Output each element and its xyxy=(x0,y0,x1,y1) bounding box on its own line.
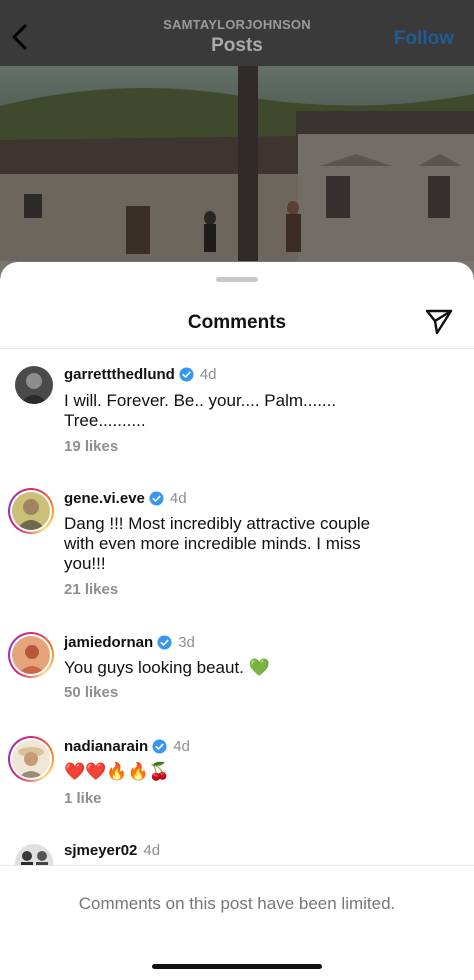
comment-age: 3d xyxy=(178,634,195,651)
comment-text: I will. Forever. Be.. your.... Palm.....… xyxy=(64,391,337,430)
comment-age: 4d xyxy=(143,842,161,859)
avatar-image xyxy=(12,492,50,530)
comment-text: ❤️❤️🔥🔥🍒 xyxy=(64,762,170,781)
footer-divider xyxy=(0,865,474,866)
post-photo-illustration xyxy=(0,66,474,276)
verified-badge-icon xyxy=(179,367,194,382)
avatar-image xyxy=(12,740,50,778)
home-indicator[interactable] xyxy=(152,964,322,969)
paper-plane-icon[interactable] xyxy=(424,306,454,336)
comment-username[interactable]: jamiedornan xyxy=(64,634,153,651)
verified-badge-icon xyxy=(152,739,167,754)
comment-meta: nadianarain 4d xyxy=(64,738,190,755)
comment-likes[interactable]: 1 like xyxy=(64,790,102,807)
comments-limited-note: Comments on this post have been limited. xyxy=(78,894,396,913)
avatar[interactable] xyxy=(8,488,54,534)
sheet-grabber[interactable] xyxy=(216,277,258,282)
follow-button[interactable]: Follow xyxy=(394,28,454,50)
verified-badge-icon xyxy=(157,635,172,650)
header-divider xyxy=(0,348,474,349)
avatar[interactable] xyxy=(8,632,54,678)
comment-username[interactable]: sjmeyer02 xyxy=(64,842,137,859)
post-photo xyxy=(0,66,474,276)
avatar[interactable] xyxy=(15,366,53,404)
comment-username[interactable]: nadianarain xyxy=(64,738,148,755)
comment-username[interactable]: garrettthedlund xyxy=(64,366,175,383)
comment-meta: jamiedornan 3d xyxy=(64,634,195,651)
verified-badge-icon xyxy=(149,491,164,506)
avatar[interactable] xyxy=(15,844,53,866)
comment-username[interactable]: gene.vi.eve xyxy=(64,490,145,507)
comment-meta: gene.vi.eve 4d xyxy=(64,490,187,507)
comment-age: 4d xyxy=(169,490,187,507)
sheet-title: Comments xyxy=(187,312,287,333)
avatar-image xyxy=(12,636,50,674)
comment-meta: sjmeyer02 4d xyxy=(64,842,160,859)
avatar[interactable] xyxy=(8,736,54,782)
comment-likes[interactable]: 50 likes xyxy=(64,684,118,701)
comment-likes[interactable]: 19 likes xyxy=(64,438,118,455)
avatar-image xyxy=(15,366,53,404)
post-header: SAMTAYLORJOHNSON Posts Follow xyxy=(0,0,474,66)
comment-likes[interactable]: 21 likes xyxy=(64,581,118,598)
comment-meta: garrettthedlund 4d xyxy=(64,366,217,383)
comment-age: 4d xyxy=(173,738,190,755)
avatar-image xyxy=(15,844,53,866)
comment-text: Dang !!! Most incredibly attractive coup… xyxy=(64,514,371,573)
comment-item: sjmeyer02 4d xyxy=(0,840,474,866)
comments-sheet: Comments garrettthedlund 4d I will. Fore… xyxy=(0,262,474,980)
comment-text: You guys looking beaut. 💚 xyxy=(64,658,270,677)
comment-age: 4d xyxy=(199,366,217,383)
